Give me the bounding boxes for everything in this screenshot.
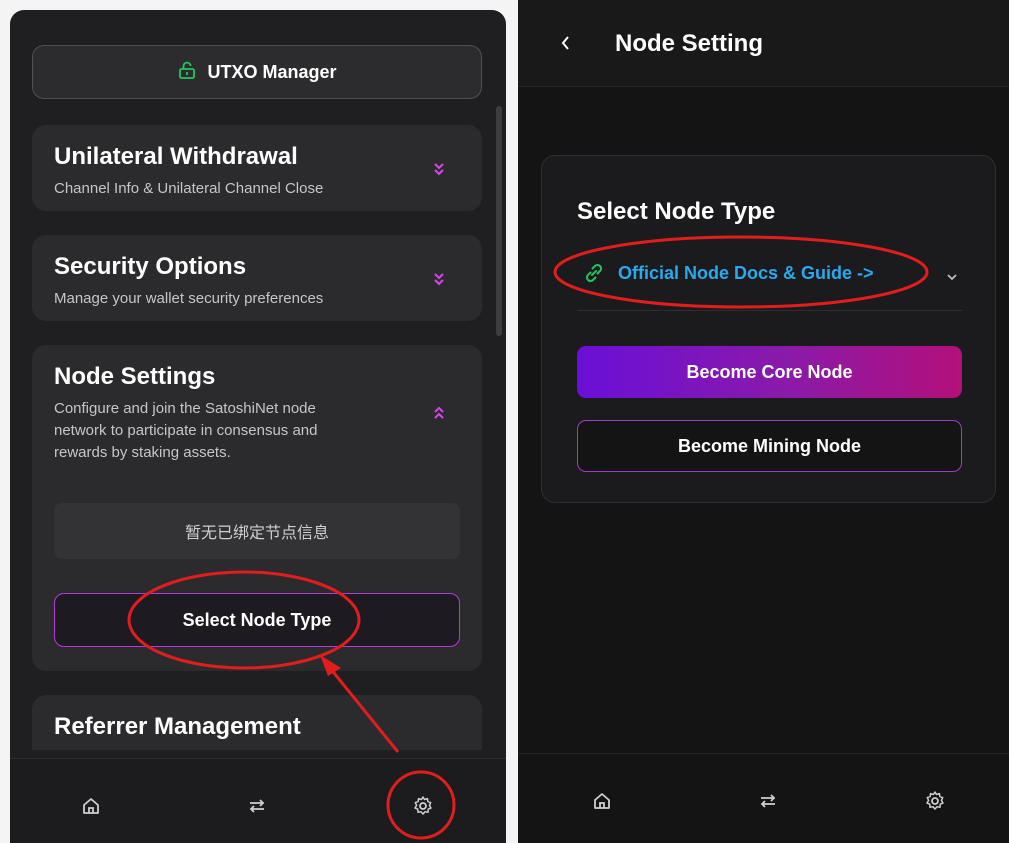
card-title: Referrer Management	[54, 713, 301, 740]
security-options-card[interactable]: Security Options Manage your wallet secu…	[32, 235, 482, 321]
card-title: Unilateral Withdrawal	[54, 143, 298, 170]
card-description-line: Configure and join the SatoshiNet node	[54, 400, 316, 417]
bottom-nav-bar	[518, 753, 1009, 843]
no-bound-node-message: 暂无已绑定节点信息	[54, 503, 460, 559]
unilateral-withdrawal-card[interactable]: Unilateral Withdrawal Channel Info & Uni…	[32, 125, 482, 211]
select-node-type-button[interactable]: Select Node Type	[54, 593, 460, 647]
chevrons-down-icon[interactable]	[432, 162, 446, 176]
home-icon[interactable]	[80, 795, 102, 817]
card-description: Manage your wallet security preferences	[54, 290, 324, 307]
left-settings-panel: UTXO Manager Unilateral Withdrawal Chann…	[10, 10, 506, 843]
link-icon	[585, 263, 603, 283]
gear-icon[interactable]	[412, 795, 434, 817]
bottom-nav-bar	[10, 758, 506, 843]
header: Node Setting	[518, 0, 1009, 87]
card-title: Security Options	[54, 253, 247, 280]
utxo-manager-label: UTXO Manager	[207, 61, 337, 82]
select-node-type-card: Select Node Type Official Node Docs & Gu…	[541, 155, 996, 503]
docs-link-label: Official Node Docs & Guide ->	[618, 262, 874, 283]
referrer-management-card[interactable]: Referrer Management	[32, 695, 482, 750]
official-docs-link[interactable]: Official Node Docs & Guide ->	[582, 261, 874, 285]
page-title: Node Setting	[615, 30, 763, 57]
card-description-line: rewards by staking assets.	[54, 444, 231, 461]
chevrons-down-icon[interactable]	[432, 272, 446, 286]
swap-icon[interactable]	[246, 795, 268, 817]
become-core-node-button[interactable]: Become Core Node	[577, 346, 962, 398]
card-title: Select Node Type	[577, 198, 776, 225]
lock-open-icon	[177, 60, 197, 85]
chevron-down-icon[interactable]	[945, 270, 959, 284]
chevron-left-icon[interactable]	[558, 32, 572, 54]
gear-icon[interactable]	[924, 790, 946, 812]
node-setting-screen: Node Setting Select Node Type Official N…	[518, 0, 1009, 843]
card-description: Channel Info & Unilateral Channel Close	[54, 180, 324, 197]
node-settings-card[interactable]: Node Settings Configure and join the Sat…	[32, 345, 482, 671]
card-description-line: network to participate in consensus and	[54, 422, 318, 439]
chevrons-up-icon[interactable]	[432, 406, 446, 420]
divider	[577, 310, 962, 311]
utxo-manager-button[interactable]: UTXO Manager	[32, 45, 482, 99]
card-title: Node Settings	[54, 363, 216, 390]
home-icon[interactable]	[591, 790, 613, 812]
swap-icon[interactable]	[757, 790, 779, 812]
scrollbar-thumb[interactable]	[496, 106, 502, 336]
settings-scroll-area[interactable]: UTXO Manager Unilateral Withdrawal Chann…	[10, 10, 506, 750]
become-mining-node-button[interactable]: Become Mining Node	[577, 420, 962, 472]
